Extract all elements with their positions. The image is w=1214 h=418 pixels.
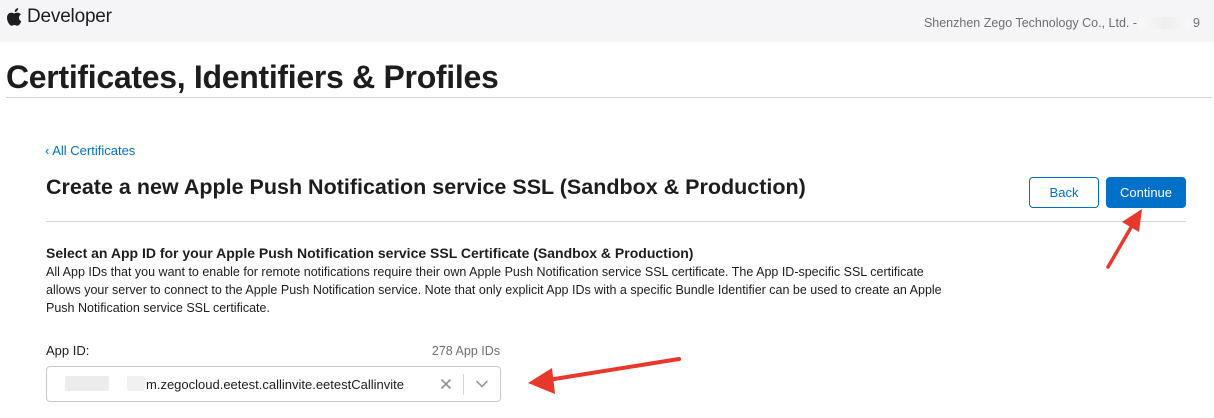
selected-app-id: m.zegocloud.eetest.callinvite.eetestCall… <box>146 377 404 392</box>
page-title: Certificates, Identifiers & Profiles <box>6 59 499 95</box>
divider <box>46 221 1186 222</box>
continue-button[interactable]: Continue <box>1106 177 1186 208</box>
all-certificates-link[interactable]: ‹ All Certificates <box>45 143 135 158</box>
redacted-prefix <box>127 376 145 391</box>
developer-home-link[interactable]: Developer <box>7 6 112 28</box>
account-suffix: 9 <box>1193 16 1200 30</box>
app-id-label: App ID: <box>46 343 90 358</box>
back-button[interactable]: Back <box>1029 177 1099 208</box>
divider <box>6 97 1212 98</box>
app-id-select[interactable]: m.zegocloud.eetest.callinvite.eetestCall… <box>46 366 501 402</box>
account-menu[interactable]: Shenzhen Zego Technology Co., Ltd. - 9 <box>924 16 1200 30</box>
chevron-down-icon[interactable] <box>473 375 491 393</box>
arrow-to-continue <box>1106 209 1142 269</box>
description-text: All App IDs that you want to enable for … <box>46 265 942 315</box>
apple-logo-icon <box>7 7 22 26</box>
arrow-to-app-id <box>528 357 681 394</box>
account-name: Shenzhen Zego Technology Co., Ltd. - <box>923 16 1138 30</box>
divider <box>463 374 464 395</box>
brand-label: Developer <box>27 6 112 27</box>
close-icon[interactable] <box>437 375 455 393</box>
global-header: Developer Shenzhen Zego Technology Co., … <box>0 0 1214 42</box>
section-title: Create a new Apple Push Notification ser… <box>46 175 806 199</box>
sub-heading: Select an App ID for your Apple Push Not… <box>46 245 694 261</box>
app-id-count: 278 App IDs <box>431 344 500 358</box>
redacted-prefix <box>65 376 109 391</box>
redacted-team-id <box>1139 17 1192 29</box>
